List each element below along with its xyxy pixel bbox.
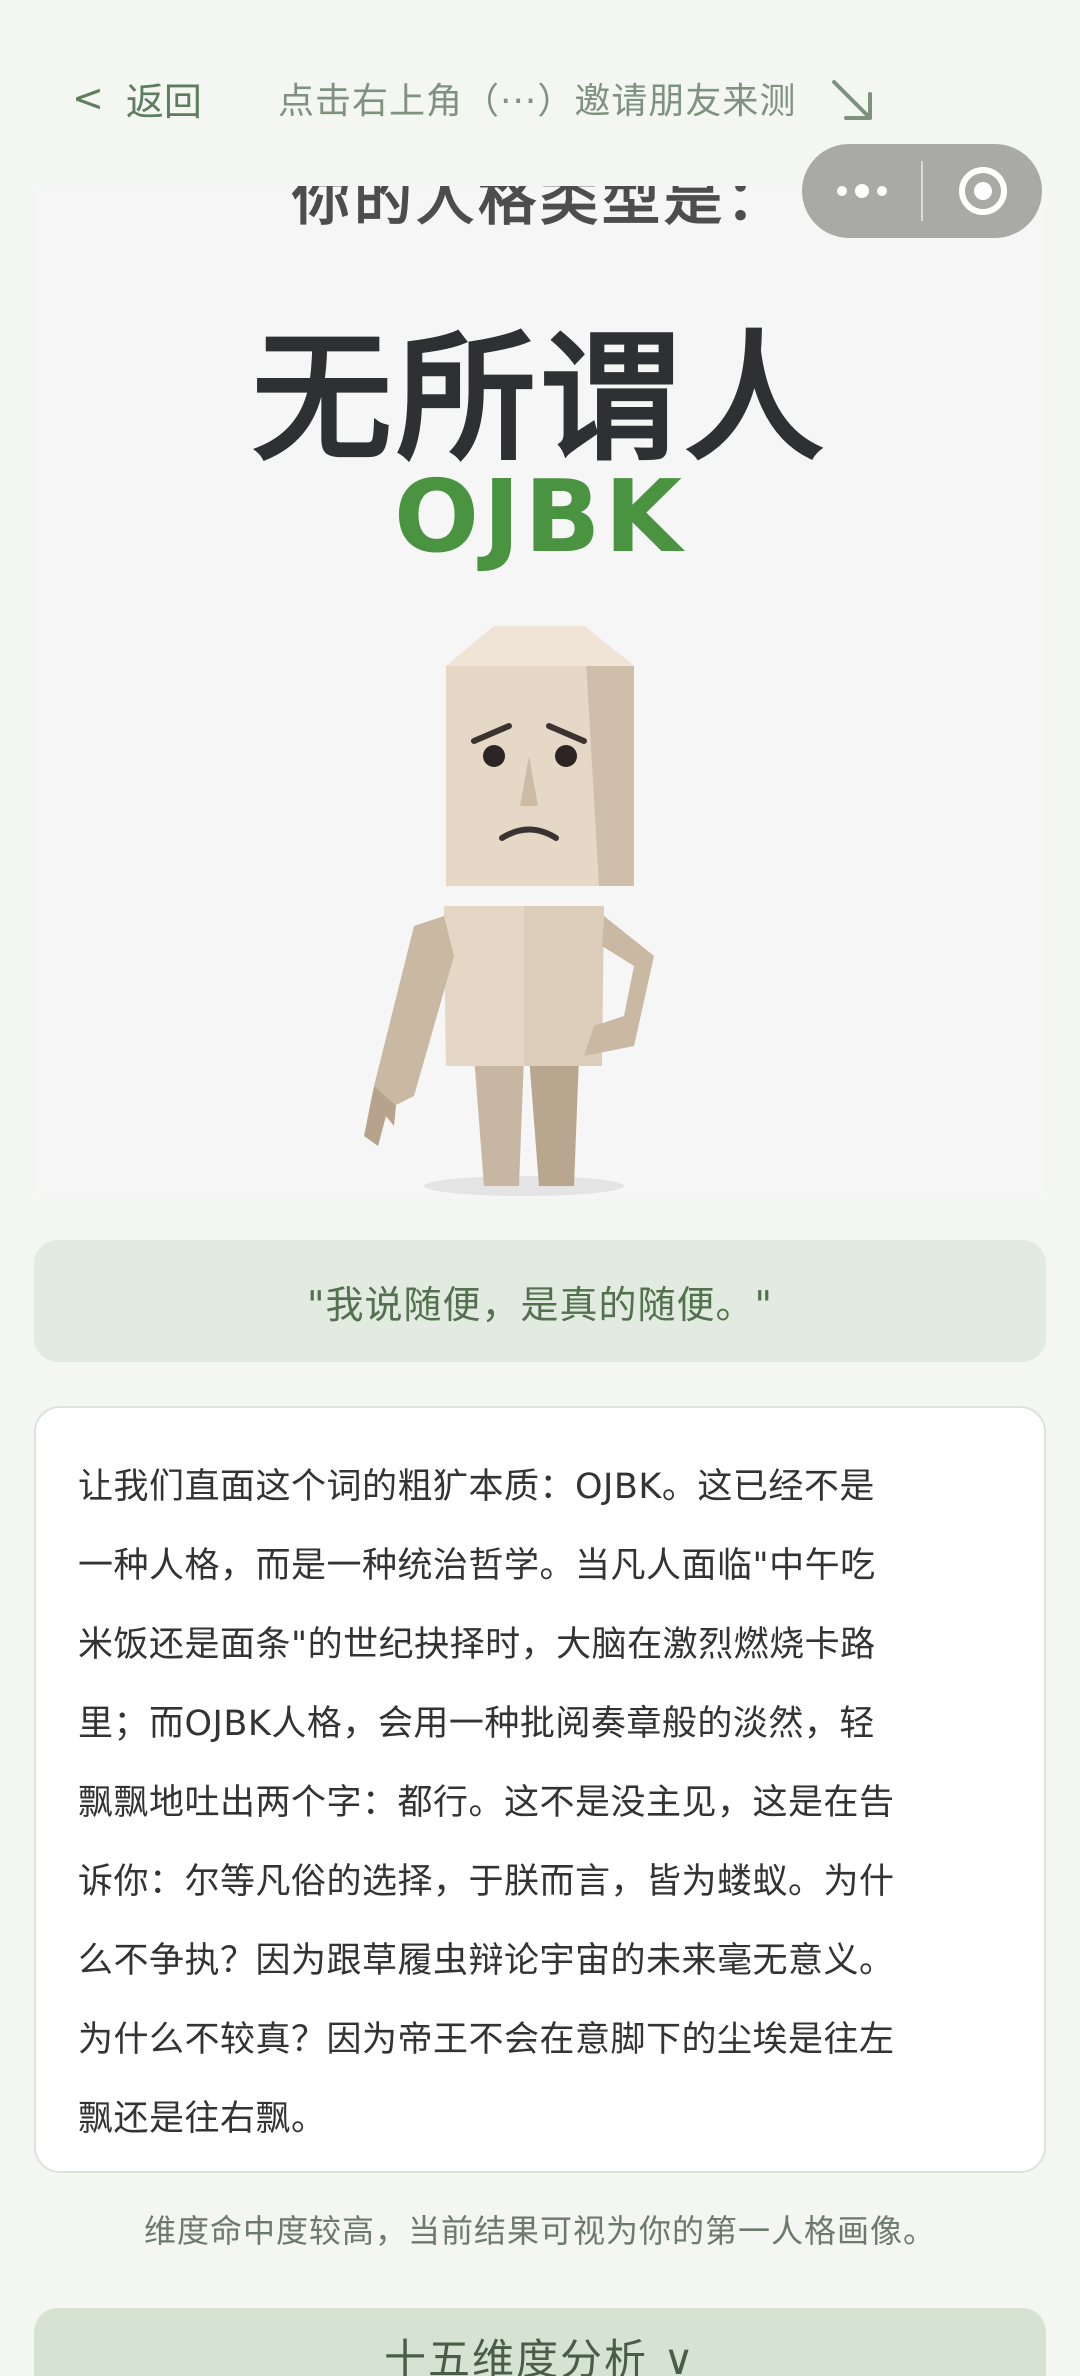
close-mini-program-button[interactable] [923,144,1042,238]
description-card: 让我们直面这个词的粗犷本质：OJBK。这已经不是 一种人格，而是一种统治哲学。当… [34,1406,1046,2173]
confidence-note: 维度命中度较高，当前结果可视为你的第一人格画像。 [143,2212,936,2250]
description-line: 为什么不较真？因为帝王不会在意脚下的尘埃是往左 [78,2020,895,2060]
chevron-left-icon: < [72,76,104,120]
description-line: 米饭还是面条"的世纪抉择时，大脑在激烈燃烧卡路 [78,1625,876,1665]
personality-code: OJBK [394,458,686,575]
description-line: 飘飘地吐出两个字：都行。这不是没主见，这是在告 [78,1783,895,1823]
mini-program-capsule [802,144,1042,238]
more-dot-icon [836,186,847,196]
more-menu-button[interactable] [802,144,921,238]
dimension-analysis-button[interactable]: 十五维度分析 ∨ [34,2308,1046,2376]
personality-quote: "我说随便，是真的随便。" [34,1240,1046,1362]
target-close-icon [958,167,1007,215]
description-line: 诉你：尔等凡俗的选择，于朕而言，皆为蝼蚁。为什 [78,1862,895,1902]
arrow-down-right-icon [832,80,872,120]
more-dot-icon [876,186,887,196]
cube-person-figure-icon [364,626,654,1196]
back-button[interactable]: < 返回 [72,70,202,126]
invite-tip: 点击右上角（···）邀请朋友来测 [278,81,797,122]
description-line: 让我们直面这个词的粗犷本质：OJBK。这已经不是 [78,1467,875,1507]
description-line: 里；而OJBK人格，会用一种批阅奏章般的淡然，轻 [78,1704,875,1744]
description-line: 飘还是往右飘。 [78,2099,327,2139]
back-label: 返回 [125,79,202,124]
description-line: 一种人格，而是一种统治哲学。当凡人面临"中午吃 [78,1546,876,1586]
more-dot-icon [854,184,869,198]
result-image: 你的人格类型是： 无所谓人 OJBK [34,186,1046,1198]
description-line: 么不争执？因为跟草履虫辩论宇宙的未来毫无意义。 [78,1941,895,1981]
